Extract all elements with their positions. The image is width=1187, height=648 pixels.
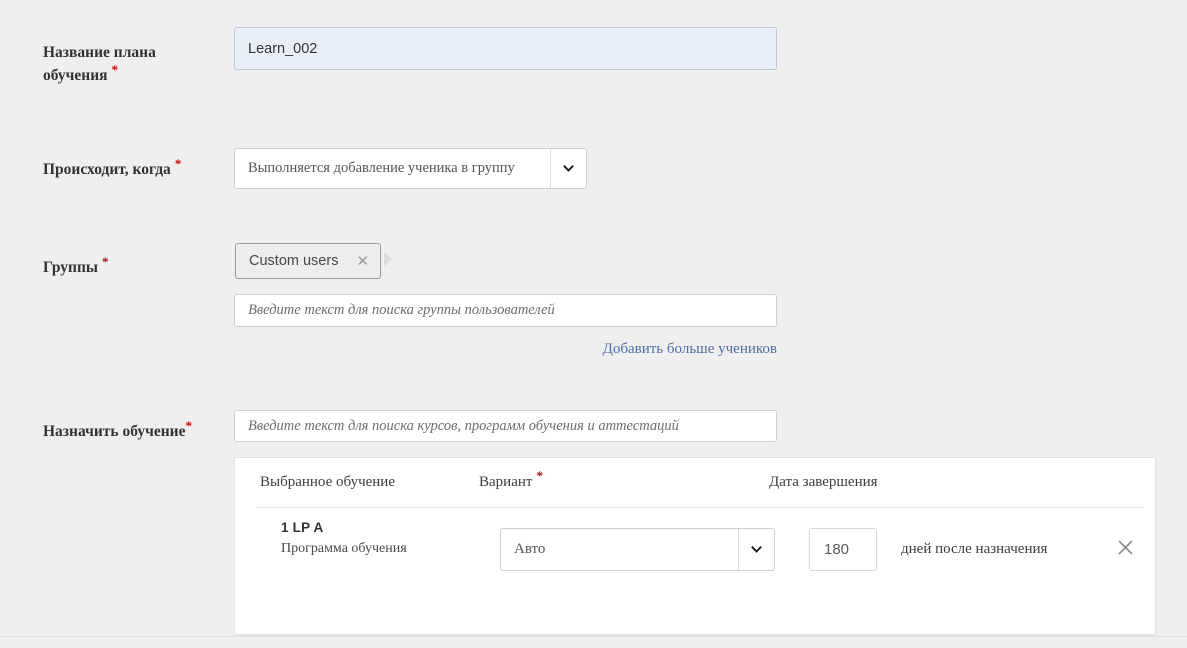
variant-select-arrow-button[interactable] <box>738 529 774 570</box>
groups-search-input[interactable]: Введите текст для поиска группы пользова… <box>234 294 777 327</box>
column-header-variant: Вариант* <box>479 474 543 491</box>
trigger-required-asterisk: * <box>175 156 182 171</box>
assign-training-search-placeholder: Введите текст для поиска курсов, програм… <box>248 418 679 435</box>
bottom-divider <box>0 636 1187 637</box>
completion-days-value: 180 <box>824 541 849 558</box>
close-icon[interactable]: ✕ <box>356 254 369 269</box>
trigger-select-value: Выполняется добавление ученика в группу <box>235 149 550 188</box>
completion-days-input[interactable]: 180 <box>809 528 877 571</box>
completion-days-suffix-label: дней после назначения <box>901 541 1047 558</box>
chevron-down-icon <box>563 163 574 174</box>
assign-training-label: Назначить обучение* <box>43 420 223 443</box>
add-more-students-link[interactable]: Добавить больше учеников <box>0 341 777 358</box>
close-icon <box>1117 539 1134 556</box>
trigger-label-text: Происходит, когда <box>43 161 171 178</box>
learning-plan-form-page: Название плана обучения* Learn_002 Проис… <box>0 0 1187 648</box>
assign-training-search-input[interactable]: Введите текст для поиска курсов, програм… <box>234 410 777 442</box>
remove-training-row-button[interactable] <box>1112 534 1138 560</box>
variant-required-asterisk: * <box>536 468 543 483</box>
groups-required-asterisk: * <box>102 254 109 269</box>
trigger-select[interactable]: Выполняется добавление ученика в группу <box>234 148 587 189</box>
plan-name-required-asterisk: * <box>112 62 119 77</box>
trigger-label: Происходит, когда * <box>43 158 223 181</box>
column-header-variant-text: Вариант <box>479 474 532 490</box>
groups-label-text: Группы <box>43 259 98 276</box>
chevron-down-icon <box>751 544 762 555</box>
trigger-select-arrow-button[interactable] <box>550 149 586 188</box>
column-header-completion-date: Дата завершения <box>769 474 878 491</box>
assign-training-label-text: Назначить обучение <box>43 423 185 440</box>
assign-training-required-asterisk: * <box>185 418 192 433</box>
groups-label: Группы * <box>43 256 223 279</box>
group-chip-label: Custom users <box>249 253 338 269</box>
group-chip-custom-users[interactable]: Custom users ✕ <box>235 243 381 279</box>
table-row: 1 LP A Программа обучения Авто 180 дней … <box>256 520 1143 580</box>
training-row-subtitle: Программа обучения <box>281 541 407 557</box>
variant-select-value: Авто <box>501 529 738 570</box>
training-row-title: 1 LP A <box>281 520 323 535</box>
training-table-header-row: Выбранное обучение Вариант* Дата заверше… <box>256 474 1143 508</box>
column-header-selected-training: Выбранное обучение <box>260 474 395 491</box>
plan-name-input[interactable]: Learn_002 <box>234 27 777 70</box>
plan-name-label-text: Название плана обучения <box>43 44 156 84</box>
groups-search-placeholder: Введите текст для поиска группы пользова… <box>248 302 555 319</box>
selected-training-panel: Выбранное обучение Вариант* Дата заверше… <box>234 457 1156 635</box>
caret-right-icon[interactable] <box>384 252 392 266</box>
variant-select[interactable]: Авто <box>500 528 775 571</box>
plan-name-input-value: Learn_002 <box>248 41 317 57</box>
plan-name-label: Название плана обучения* <box>43 41 223 87</box>
